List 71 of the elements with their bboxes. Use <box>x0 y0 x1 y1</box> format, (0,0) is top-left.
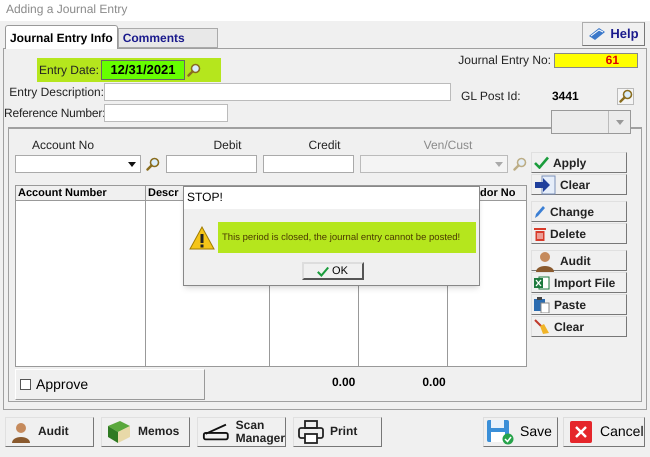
toolbar-button[interactable]: Audit <box>5 416 94 446</box>
field-label: GL Post Id: <box>461 88 522 105</box>
field-label: Journal Entry No: <box>458 52 551 69</box>
cancel-button[interactable]: Cancel <box>563 416 645 446</box>
dialog-title: STOP! <box>184 187 479 209</box>
floppy-disk-icon <box>486 418 514 444</box>
pencil-icon <box>534 204 546 218</box>
field-label: Credit <box>307 137 342 154</box>
search-icon <box>187 63 201 77</box>
search-icon <box>618 89 632 103</box>
arrow-icon <box>534 174 556 194</box>
tab[interactable]: Journal Entry Info <box>5 25 118 49</box>
scanner-icon <box>202 422 230 442</box>
window-title: Adding a Journal Entry <box>0 0 650 21</box>
action-button[interactable]: Paste <box>531 294 627 315</box>
entry-number-field: 61 <box>554 52 638 68</box>
trash-icon <box>534 226 546 240</box>
help-button[interactable]: Help <box>582 22 645 46</box>
column-header: Account Number <box>18 187 107 199</box>
post-id-value: 3441 <box>552 88 580 105</box>
search-icon <box>512 157 526 171</box>
action-button[interactable]: Import File <box>531 272 627 293</box>
toolbar-button[interactable]: Memos <box>101 416 190 446</box>
checkbox-label: Approve <box>36 375 88 394</box>
field-label: Reference Number: <box>4 105 104 122</box>
column-header: dor No <box>480 187 516 199</box>
person-icon <box>534 250 556 272</box>
debit-total: 0.00 <box>332 374 356 391</box>
search-button[interactable] <box>617 88 634 104</box>
warning-icon <box>189 226 215 250</box>
toolbar-button[interactable]: Scan Manager <box>197 416 286 446</box>
field-label: Ven/Cust <box>422 137 474 154</box>
action-button[interactable]: Delete <box>531 223 627 244</box>
input-field[interactable] <box>104 83 451 101</box>
tab[interactable]: Comments <box>118 28 218 48</box>
credit-total: 0.00 <box>422 374 446 391</box>
caret-icon <box>495 162 503 166</box>
clipboard-icon <box>534 296 550 312</box>
person-icon <box>10 420 32 442</box>
search-button[interactable] <box>144 155 161 173</box>
check-icon <box>317 266 330 276</box>
checkbox[interactable] <box>20 379 31 390</box>
spreadsheet-icon <box>534 276 550 290</box>
broom-icon <box>534 318 550 334</box>
message: This period is closed, the journal entry cannot be posted! <box>218 222 476 253</box>
action-button[interactable]: Clear <box>531 316 627 337</box>
action-button[interactable]: Clear <box>531 174 627 195</box>
save-button[interactable]: Save <box>483 416 558 446</box>
input-field[interactable] <box>104 104 228 122</box>
ok-button[interactable]: OK <box>302 262 364 280</box>
action-button[interactable]: Audit <box>531 250 627 271</box>
caret-icon <box>128 162 136 166</box>
dropdown[interactable] <box>551 110 631 134</box>
printer-icon <box>298 420 324 444</box>
toolbar-button[interactable]: Print <box>293 416 382 446</box>
combo-box[interactable] <box>15 155 141 173</box>
field-label: Account No <box>30 137 96 154</box>
action-button[interactable]: Change <box>531 201 627 222</box>
input-field[interactable] <box>166 155 257 173</box>
field-label: Debit <box>212 137 242 154</box>
search-icon <box>146 157 160 171</box>
check-icon <box>534 156 549 169</box>
action-button[interactable]: Apply <box>531 152 627 173</box>
input-field[interactable] <box>263 155 354 173</box>
field-label: Entry Description: <box>8 84 104 101</box>
date-field[interactable]: 12/31/2021 <box>101 60 185 80</box>
column-header: Descr <box>148 187 179 199</box>
caret-icon <box>616 120 624 124</box>
close-icon <box>570 420 592 442</box>
help-book-icon <box>588 27 606 41</box>
field-label: Entry Date: <box>38 62 100 79</box>
